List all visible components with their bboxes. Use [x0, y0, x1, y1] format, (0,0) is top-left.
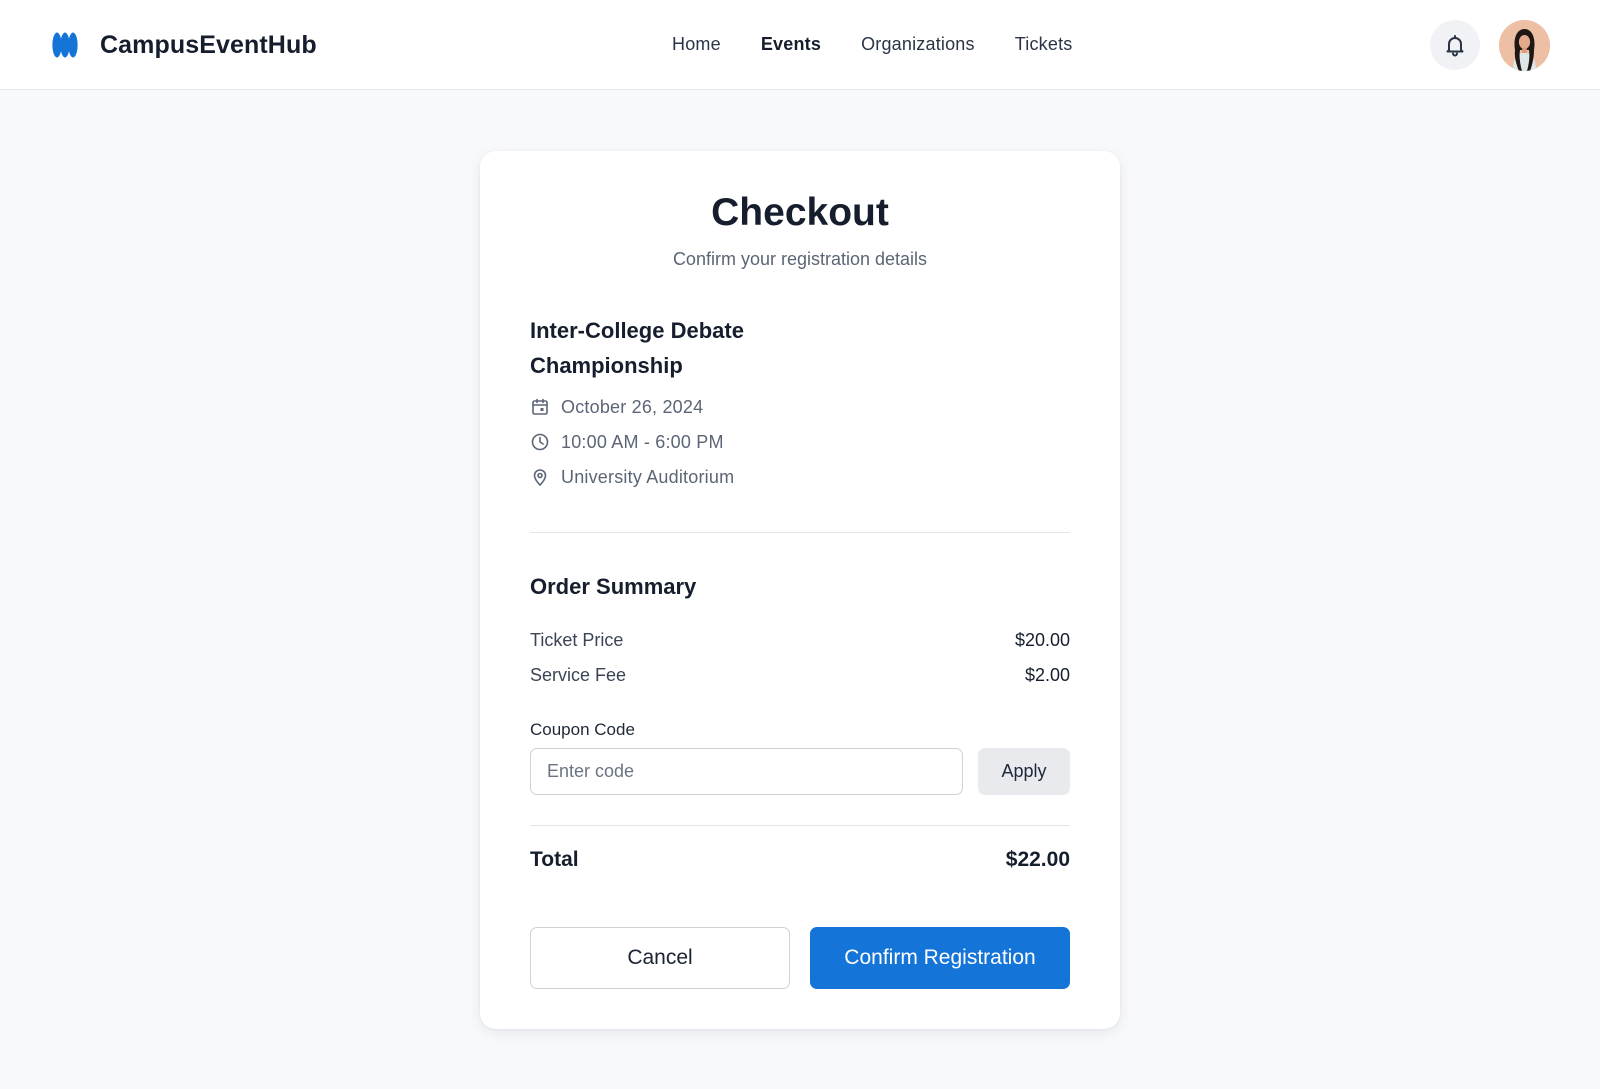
event-date-text: October 26, 2024 — [561, 396, 704, 417]
service-fee-label: Service Fee — [530, 665, 627, 685]
event-time: 10:00 AM - 6:00 PM — [530, 430, 724, 454]
total-row: Total $22.00 — [530, 848, 1070, 872]
order-summary-title: Order Summary — [530, 574, 697, 599]
service-fee-value: $2.00 — [1024, 665, 1070, 685]
ticket-price-value: $20.00 — [1014, 630, 1070, 650]
main-nav: Home Events Organizations Tickets — [672, 34, 1112, 55]
brand-name: CampusEventHub — [100, 30, 317, 59]
calendar-icon — [532, 398, 548, 415]
apply-coupon-button[interactable]: Apply — [978, 748, 1070, 795]
notifications-button[interactable] — [1430, 20, 1480, 70]
event-name: Inter-College Debate Championship — [530, 318, 744, 378]
nav-item-tickets[interactable]: Tickets — [1015, 34, 1073, 55]
confirm-registration-button[interactable]: Confirm Registration — [810, 927, 1070, 989]
clock-icon — [531, 433, 549, 451]
wave-logo-icon — [52, 32, 78, 58]
divider — [530, 532, 1070, 533]
event-location: University Auditorium — [530, 465, 734, 489]
checkout-card: Checkout Confirm your registration detai… — [480, 151, 1120, 1029]
nav-item-events[interactable]: Events — [761, 34, 821, 55]
top-navbar: CampusEventHub Home Events Organizations… — [0, 0, 1600, 90]
map-pin-icon — [533, 469, 547, 486]
nav-item-home[interactable]: Home — [672, 34, 721, 55]
page-title: Checkout — [711, 191, 889, 234]
ticket-price-row: Ticket Price $20.00 — [530, 630, 1070, 651]
total-value: $22.00 — [1005, 848, 1070, 871]
divider — [530, 825, 1070, 826]
event-time-text: 10:00 AM - 6:00 PM — [561, 431, 724, 452]
avatar[interactable] — [1499, 20, 1550, 71]
event-location-text: University Auditorium — [561, 466, 735, 487]
cancel-button[interactable]: Cancel — [530, 927, 790, 989]
ticket-price-label: Ticket Price — [530, 630, 624, 650]
coupon-input[interactable] — [530, 748, 963, 795]
brand[interactable]: CampusEventHub — [52, 28, 317, 62]
service-fee-row: Service Fee $2.00 — [530, 665, 1070, 686]
coupon-label: Coupon Code — [530, 720, 635, 739]
total-label: Total — [530, 848, 579, 871]
event-date: October 26, 2024 — [530, 395, 703, 419]
page-subtitle: Confirm your registration details — [672, 249, 928, 269]
user-photo — [1499, 20, 1550, 71]
bell-icon — [1446, 35, 1464, 57]
nav-item-organizations[interactable]: Organizations — [861, 34, 975, 55]
